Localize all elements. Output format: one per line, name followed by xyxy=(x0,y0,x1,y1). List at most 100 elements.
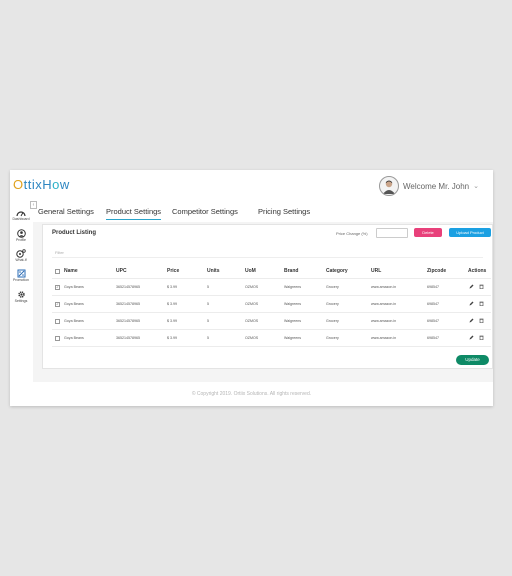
delete-button[interactable]: Delete xyxy=(414,228,442,237)
logo-text-2: ttixH xyxy=(23,177,53,192)
tab-general-settings[interactable]: General Settings xyxy=(38,207,94,219)
column-header-uom: UoM xyxy=(245,268,256,274)
promotion-icon xyxy=(17,269,25,278)
cell-name: Goya Beans xyxy=(64,302,84,306)
sidebar-item-promotion[interactable]: Promotion xyxy=(10,269,32,282)
app-window: OttixHow Welcome Mr. John ⌄ ‹ Dashboard xyxy=(10,170,493,406)
top-bar: OttixHow Welcome Mr. John ⌄ xyxy=(10,170,493,201)
row-checkbox[interactable] xyxy=(55,336,60,341)
cell-zipcode: 698547 xyxy=(427,285,439,289)
cell-name: Goya Beans xyxy=(64,336,84,340)
select-all-checkbox[interactable] xyxy=(55,269,60,274)
sidebar-item-label: Promotion xyxy=(13,278,29,282)
gear-icon xyxy=(17,291,25,298)
tab-competitor-settings[interactable]: Competitor Settings xyxy=(172,207,238,219)
sidebar-item-label: Profile xyxy=(16,238,26,242)
cell-upc: 365214578965 xyxy=(116,336,140,340)
sidebar-item-profile[interactable]: Profile xyxy=(10,229,32,242)
column-header-category: Category xyxy=(326,268,348,274)
cell-zipcode: 698547 xyxy=(427,319,439,323)
cell-units: 5 xyxy=(207,336,209,340)
row-checkbox[interactable]: ✓ xyxy=(55,302,60,307)
sidebar-item-label: Settings xyxy=(14,299,28,303)
cell-url: www.amazon.in xyxy=(371,336,397,340)
cell-uom: OZMOS xyxy=(245,302,259,306)
cell-category: Grocery xyxy=(326,336,339,340)
table-row[interactable]: Goya Beans 365214578965 $ 3.99 5 OZMOS W… xyxy=(43,313,494,329)
cell-brand: Walgreens xyxy=(284,319,302,323)
profile-icon xyxy=(16,229,26,238)
update-button[interactable]: Update xyxy=(456,355,489,365)
cell-url: www.amazon.in xyxy=(371,302,397,306)
row-checkbox[interactable]: ✓ xyxy=(55,285,60,290)
column-header-upc: UPC xyxy=(116,268,127,274)
table-row[interactable]: Goya Beans 365214578965 $ 3.99 5 OZMOS W… xyxy=(43,330,494,346)
trash-icon[interactable] xyxy=(479,284,484,289)
row-divider xyxy=(52,346,491,347)
cell-upc: 365214578965 xyxy=(116,285,140,289)
trash-icon[interactable] xyxy=(479,335,484,340)
cell-brand: Walgreens xyxy=(284,302,302,306)
chevron-down-icon[interactable]: ⌄ xyxy=(473,182,479,190)
footer-copyright: © Copyright 2019. Ortiix Solutions. All … xyxy=(191,391,312,397)
sidebar-item-dashboard[interactable]: Dashboard xyxy=(10,209,32,221)
column-header-name: Name xyxy=(64,268,78,274)
avatar[interactable] xyxy=(379,176,400,196)
cell-zipcode: 698547 xyxy=(427,302,439,306)
edit-icon[interactable] xyxy=(469,318,474,323)
sidebar-item-settings[interactable]: Settings xyxy=(10,290,32,303)
column-header-price: Price xyxy=(167,268,180,274)
column-header-brand: Brand xyxy=(284,268,299,274)
tab-pricing-settings[interactable]: Pricing Settings xyxy=(258,207,310,219)
cell-upc: 365214578965 xyxy=(116,302,140,306)
filter-underline xyxy=(52,257,483,258)
trash-icon[interactable] xyxy=(479,318,484,323)
table-row[interactable]: ✓ Goya Beans 365214578965 $ 3.99 5 OZMOS… xyxy=(43,296,494,312)
cell-upc: 365214578965 xyxy=(116,319,140,323)
cell-category: Grocery xyxy=(326,319,339,323)
dashboard-icon xyxy=(16,211,26,217)
panel-title: Product Listing xyxy=(52,230,96,236)
table-header: Name UPC Price Units UoM Brand Category … xyxy=(43,265,494,277)
cell-brand: Walgreens xyxy=(284,336,302,340)
cell-units: 5 xyxy=(207,302,209,306)
column-header-units: Units xyxy=(207,268,220,274)
column-header-actions: Actions xyxy=(468,268,487,274)
cell-name: Goya Beans xyxy=(64,319,84,323)
edit-icon[interactable] xyxy=(469,284,474,289)
row-checkbox[interactable] xyxy=(55,319,60,324)
cell-url: www.amazon.in xyxy=(371,319,397,323)
avatar-icon xyxy=(383,180,396,194)
sidebar: ‹ Dashboard Profile What-If Promotion Se… xyxy=(10,201,37,381)
table-row[interactable]: ✓ Goya Beans 365214578965 $ 3.99 5 OZMOS… xyxy=(43,279,494,295)
cell-url: www.amazon.in xyxy=(371,285,397,289)
cell-price: $ 3.99 xyxy=(167,302,177,306)
price-change-input[interactable] xyxy=(376,228,408,238)
logo-text-4: w xyxy=(59,177,70,192)
sidebar-item-label: Dashboard xyxy=(12,217,30,221)
logo-text-3: o xyxy=(52,177,60,192)
edit-icon[interactable] xyxy=(469,335,474,340)
cell-price: $ 3.99 xyxy=(167,319,177,323)
what-if-icon xyxy=(16,249,26,258)
app-logo[interactable]: OttixHow xyxy=(13,177,70,192)
tab-product-settings[interactable]: Product Settings xyxy=(106,207,162,220)
user-menu[interactable]: Welcome Mr. John ⌄ xyxy=(379,175,479,197)
cell-category: Grocery xyxy=(326,285,339,289)
product-listing-panel: Product Listing Price Change (%) Delete … xyxy=(42,224,493,369)
sidebar-item-what-if[interactable]: What-If xyxy=(10,249,32,262)
cell-units: 5 xyxy=(207,319,209,323)
filter-input[interactable]: Filter xyxy=(55,250,64,255)
trash-icon[interactable] xyxy=(479,301,484,306)
cell-uom: OZMOS xyxy=(245,319,259,323)
edit-icon[interactable] xyxy=(469,301,474,306)
sidebar-collapse-toggle[interactable]: ‹ xyxy=(30,201,37,209)
cell-units: 5 xyxy=(207,285,209,289)
column-header-url: URL xyxy=(371,268,382,274)
upload-product-button[interactable]: Upload Product xyxy=(449,228,491,237)
cell-category: Grocery xyxy=(326,302,339,306)
logo-text-1: O xyxy=(13,177,24,192)
cell-price: $ 3.99 xyxy=(167,285,177,289)
settings-tabs: General Settings Product Settings Compet… xyxy=(38,207,478,223)
cell-zipcode: 698547 xyxy=(427,336,439,340)
